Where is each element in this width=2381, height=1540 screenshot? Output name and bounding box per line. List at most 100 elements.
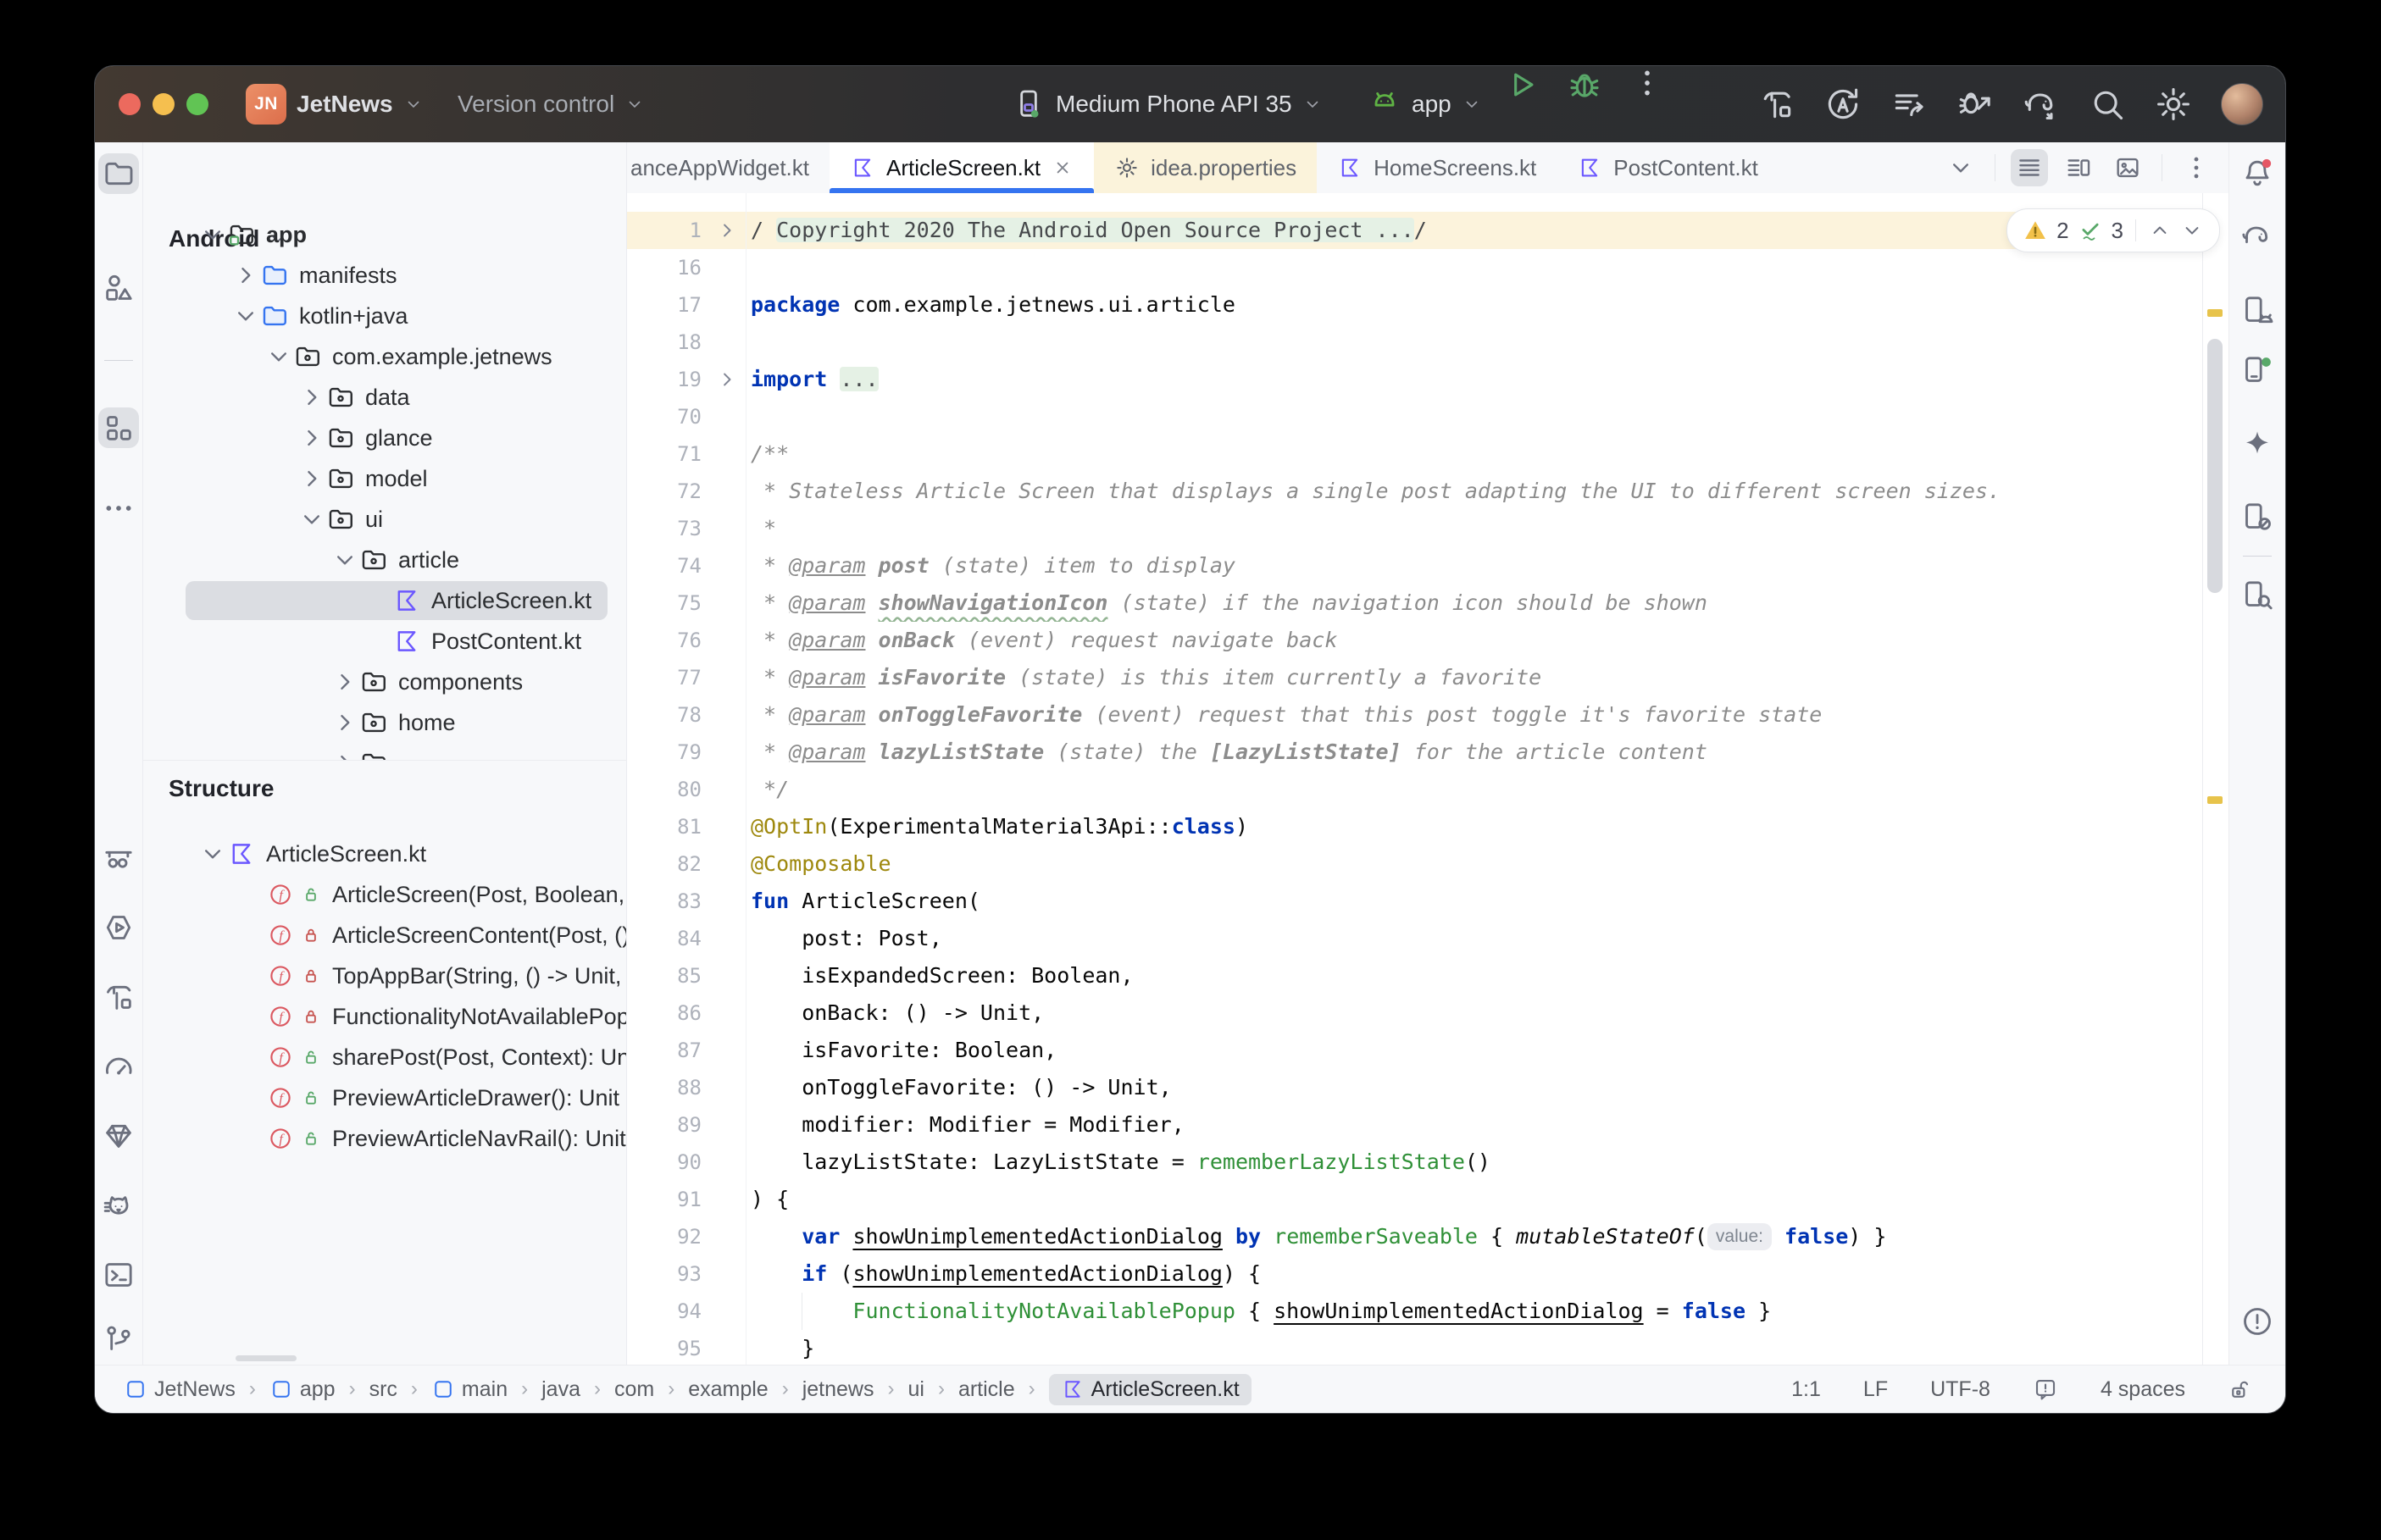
- fold-arrow-icon[interactable]: [715, 368, 739, 391]
- structure-item[interactable]: f FunctionalityNotAvailablePop: [143, 996, 626, 1037]
- structure-item[interactable]: f ArticleScreenContent(Post, (): [143, 915, 626, 956]
- status-1-1[interactable]: 1:1: [1791, 1377, 1821, 1402]
- tool-device-manager[interactable]: [2237, 290, 2278, 330]
- debug-button[interactable]: [1566, 66, 1603, 103]
- project-tree-item-model[interactable]: model: [143, 458, 626, 499]
- apply-changes-icon[interactable]: [1824, 86, 1862, 123]
- project-tree-item-ui[interactable]: ui: [143, 499, 626, 540]
- tool-version-control-tool[interactable]: [98, 1318, 139, 1359]
- breadcrumb-item-app[interactable]: app: [269, 1377, 336, 1402]
- tool-app-quality-insights[interactable]: [98, 1116, 139, 1156]
- breadcrumb-item-com[interactable]: com: [614, 1377, 654, 1402]
- notification-bubble-icon[interactable]: [2033, 1377, 2058, 1402]
- breadcrumb-item-main[interactable]: main: [431, 1377, 508, 1402]
- more-run-actions-icon[interactable]: [1630, 66, 1664, 100]
- tool-gemini[interactable]: [2237, 424, 2278, 464]
- next-problem-icon[interactable]: [2180, 219, 2204, 242]
- project-tree-item-com-example-jetnews[interactable]: com.example.jetnews: [143, 336, 626, 377]
- structure-hscrollbar[interactable]: [236, 1355, 297, 1361]
- build-hammer-icon[interactable]: [1758, 86, 1795, 123]
- tool-notifications[interactable]: [2237, 152, 2278, 193]
- breadcrumb-item-article[interactable]: article: [958, 1377, 1015, 1402]
- status-lf[interactable]: LF: [1863, 1377, 1888, 1402]
- tab-idea-properties[interactable]: idea.properties: [1094, 142, 1318, 193]
- tool-terminal[interactable]: [98, 1255, 139, 1295]
- structure-root[interactable]: ArticleScreen.kt: [143, 834, 626, 874]
- tool-profiler[interactable]: [98, 1046, 139, 1087]
- unlock-icon[interactable]: [2228, 1377, 2253, 1402]
- ellipsis-vertical-button[interactable]: [2178, 149, 2215, 186]
- device-selector[interactable]: Medium Phone API 35: [1012, 66, 1323, 142]
- chevron-down-button[interactable]: [1942, 149, 1979, 186]
- tool-services[interactable]: [98, 907, 139, 948]
- breadcrumb-item-ui[interactable]: ui: [907, 1377, 924, 1402]
- previous-problem-icon[interactable]: [2148, 219, 2172, 242]
- tool-device-mirroring[interactable]: [2237, 496, 2278, 537]
- tab-homescreens-kt[interactable]: HomeScreens.kt: [1317, 142, 1557, 193]
- close-window-button[interactable]: [119, 93, 141, 115]
- tool-problems[interactable]: [2237, 1301, 2278, 1342]
- tool-structure-tool[interactable]: [98, 407, 139, 448]
- avatar[interactable]: [2221, 83, 2263, 125]
- status-utf-8[interactable]: UTF-8: [1930, 1377, 1990, 1402]
- tool-build-tool[interactable]: [98, 977, 139, 1017]
- status-4-spaces[interactable]: 4 spaces: [2101, 1377, 2185, 1402]
- tool-logcat[interactable]: [98, 1185, 139, 1226]
- tab-anceappwidget-kt[interactable]: anceAppWidget.kt: [627, 142, 830, 193]
- structure-item[interactable]: f TopAppBar(String, () -> Unit,: [143, 956, 626, 996]
- structure-item[interactable]: f PreviewArticleNavRail(): Unit: [143, 1118, 626, 1159]
- tool-gradle[interactable]: [2237, 216, 2278, 257]
- zoom-window-button[interactable]: [186, 93, 208, 115]
- structure-item[interactable]: f PreviewArticleDrawer(): Unit: [143, 1077, 626, 1118]
- attach-debugger-icon[interactable]: [1956, 86, 1994, 123]
- editor-scrollbar[interactable]: [2202, 193, 2228, 1366]
- project-tree-item-postcontent-kt[interactable]: PostContent.kt: [143, 621, 626, 662]
- structure-item[interactable]: f ArticleScreen(Post, Boolean,: [143, 874, 626, 915]
- run-button[interactable]: [1503, 66, 1540, 103]
- gradle-sync-icon[interactable]: [2023, 86, 2060, 123]
- warning-stripe-mark[interactable]: [2207, 309, 2223, 317]
- breadcrumb-item-java[interactable]: java: [541, 1377, 580, 1402]
- structure-item[interactable]: f sharePost(Post, Context): Un: [143, 1037, 626, 1077]
- inspection-widget[interactable]: 2 3: [2006, 208, 2220, 252]
- breadcrumb-item-jetnews[interactable]: jetnews: [802, 1377, 874, 1402]
- settings-icon[interactable]: [2155, 86, 2192, 123]
- tool-device-explorer[interactable]: [2237, 574, 2278, 615]
- project-tree-item-article[interactable]: article: [143, 540, 626, 580]
- minimize-window-button[interactable]: [153, 93, 175, 115]
- breadcrumb-item-articlescreen-kt[interactable]: ArticleScreen.kt: [1048, 1373, 1252, 1405]
- fold-arrow-icon[interactable]: [715, 219, 739, 242]
- project-tree-item-kotlin-java[interactable]: kotlin+java: [143, 296, 626, 336]
- project-tree-item-home[interactable]: home: [143, 702, 626, 743]
- tool-project-folder[interactable]: [98, 153, 139, 194]
- breadcrumb-item-jetnews[interactable]: JetNews: [124, 1377, 236, 1402]
- warning-stripe-mark[interactable]: [2207, 796, 2223, 804]
- tool-running-devices[interactable]: [2237, 350, 2278, 391]
- tool-more-tool-windows[interactable]: [98, 488, 139, 529]
- tab-articlescreen-kt[interactable]: ArticleScreen.kt: [830, 142, 1095, 193]
- breadcrumb-item-example[interactable]: example: [688, 1377, 769, 1402]
- search-everywhere-icon[interactable]: [2089, 86, 2126, 123]
- code-line-93: 93 if (showUnimplementedActionDialog) {: [627, 1255, 2203, 1293]
- run-configuration-selector[interactable]: app: [1368, 66, 1482, 142]
- project-tree-item-articlescreen-kt[interactable]: ArticleScreen.kt: [143, 580, 626, 621]
- tool-running-devices-bench[interactable]: [98, 838, 139, 878]
- code-editor[interactable]: 1/ Copyright 2020 The Android Open Sourc…: [627, 193, 2228, 1366]
- scrollbar-thumb[interactable]: [2207, 339, 2223, 593]
- tool-resource-manager[interactable]: [98, 268, 139, 308]
- project-widget[interactable]: JN JetNews: [246, 66, 424, 142]
- project-tree-item-data[interactable]: data: [143, 377, 626, 418]
- project-tree-item-glance[interactable]: glance: [143, 418, 626, 458]
- vcs-widget[interactable]: Version control: [458, 66, 645, 142]
- split-view-button[interactable]: [2060, 149, 2097, 186]
- project-tree-item-components[interactable]: components: [143, 662, 626, 702]
- close-tab-icon[interactable]: [1052, 157, 1074, 179]
- list-view-button[interactable]: [2011, 149, 2048, 186]
- tab-postcontent-kt[interactable]: PostContent.kt: [1557, 142, 1779, 193]
- project-tree-item[interactable]: [143, 743, 626, 760]
- project-tree-item-manifests[interactable]: manifests: [143, 255, 626, 296]
- apply-code-changes-icon[interactable]: [1890, 86, 1928, 123]
- breadcrumb-item-src[interactable]: src: [369, 1377, 397, 1402]
- preview-view-button[interactable]: [2109, 149, 2146, 186]
- project-tree-item-app[interactable]: app: [143, 214, 626, 255]
